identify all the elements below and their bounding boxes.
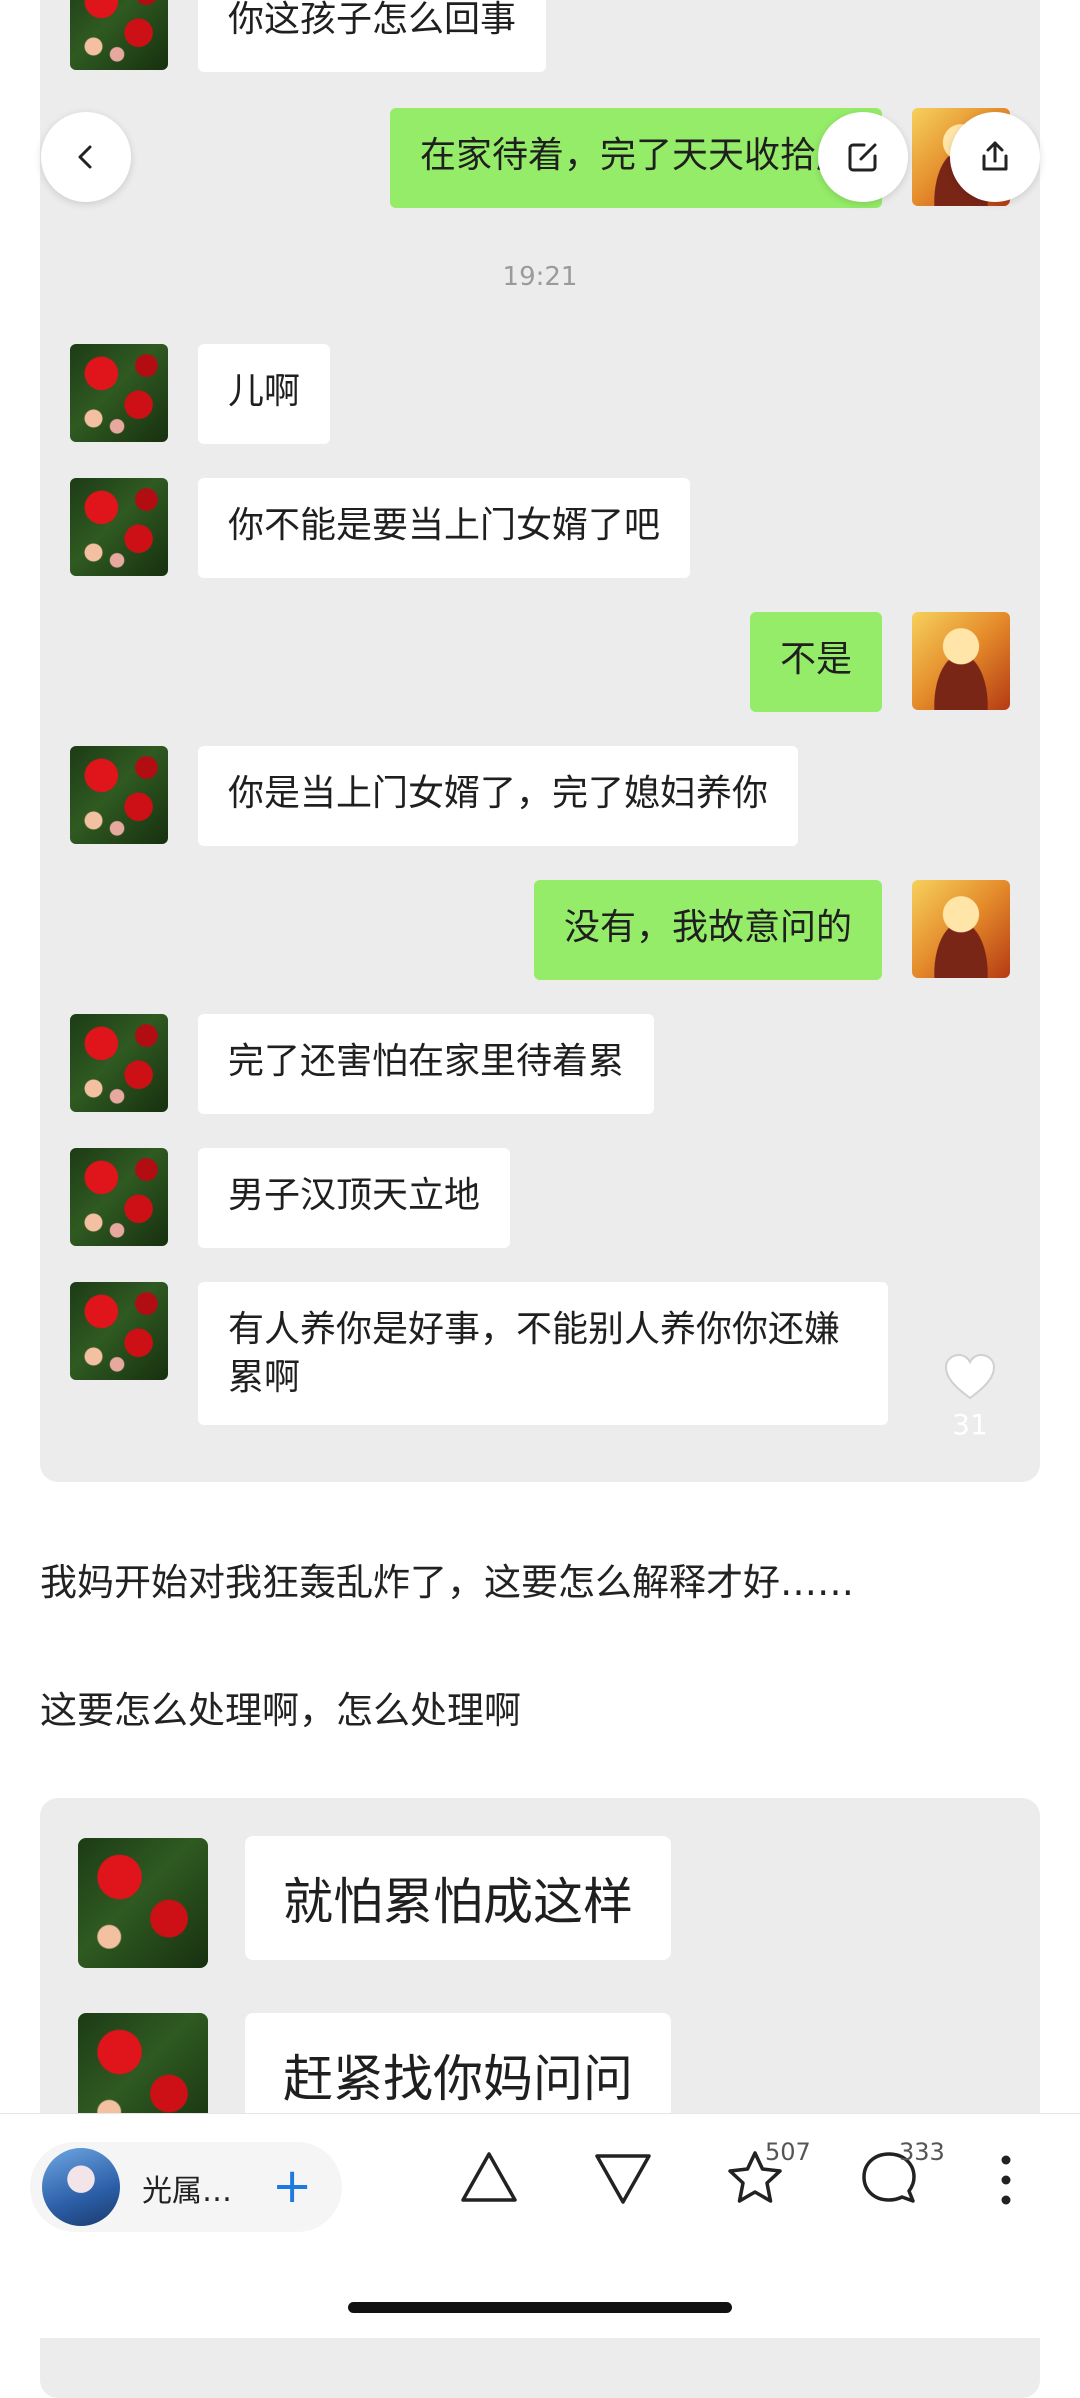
avatar-flower bbox=[70, 1148, 168, 1246]
chat-message: 儿啊 bbox=[40, 344, 1040, 454]
more-button[interactable] bbox=[996, 2152, 1016, 2212]
chat-message: 有人养你是好事，不能别人养你你还嫌累啊 bbox=[40, 1282, 1040, 1452]
message-bubble-left: 你不能是要当上门女婿了吧 bbox=[198, 478, 691, 578]
chat-message: 完了还害怕在家里待着累 bbox=[40, 1014, 1040, 1124]
message-bubble-left: 有人养你是好事，不能别人养你你还嫌累啊 bbox=[198, 1282, 888, 1426]
avatar-flower bbox=[70, 1014, 168, 1112]
downvote-button[interactable] bbox=[592, 2148, 654, 2212]
chat-message: 男子汉顶天立地 bbox=[40, 1148, 1040, 1258]
share-button[interactable] bbox=[950, 112, 1040, 202]
back-icon bbox=[78, 145, 92, 169]
follow-button[interactable]: + bbox=[272, 2156, 312, 2216]
home-indicator[interactable] bbox=[348, 2302, 732, 2313]
avatar-flower bbox=[70, 344, 168, 442]
author-chip[interactable]: 光属… + bbox=[30, 2142, 342, 2232]
favorite-count: 507 bbox=[765, 2138, 811, 2166]
avatar-flower bbox=[70, 746, 168, 844]
message-bubble-right: 不是 bbox=[749, 612, 882, 712]
like-count: 31 bbox=[952, 1408, 988, 1441]
avatar-flower bbox=[78, 1838, 208, 1968]
post-paragraph: 这要怎么处理啊，怎么处理啊 bbox=[40, 1689, 521, 1732]
message-bubble-left: 完了还害怕在家里待着累 bbox=[198, 1014, 655, 1114]
more-icon bbox=[1001, 2155, 1011, 2205]
upvote-icon bbox=[461, 2152, 517, 2202]
back-button[interactable] bbox=[41, 112, 131, 202]
chat-message: 你不能是要当上门女婿了吧 bbox=[40, 478, 1040, 588]
avatar-flower bbox=[70, 1282, 168, 1380]
chat-timestamp: 19:21 bbox=[502, 262, 578, 292]
comment-count: 333 bbox=[899, 2138, 945, 2166]
image-like-button[interactable]: 31 bbox=[940, 1352, 1000, 1441]
author-name[interactable]: 光属… bbox=[142, 2166, 232, 2210]
message-bubble-right: 没有，我故意问的 bbox=[533, 880, 882, 980]
upvote-button[interactable] bbox=[458, 2148, 520, 2212]
chat-screenshot-image[interactable]: 你这孩子怎么回事 在家待着，完了天天收拾房 19:21 儿啊 你不能是要当上门女… bbox=[40, 0, 1040, 1482]
message-bubble-right: 在家待着，完了天天收拾房 bbox=[389, 108, 882, 208]
share-icon bbox=[982, 141, 1008, 171]
edit-icon bbox=[848, 143, 877, 172]
chat-message: 你这孩子怎么回事 bbox=[40, 0, 1040, 82]
message-bubble-left: 就怕累怕成这样 bbox=[245, 1836, 671, 1960]
author-avatar[interactable] bbox=[42, 2148, 120, 2226]
chat-message: 没有，我故意问的 bbox=[40, 880, 1040, 990]
avatar-flower bbox=[70, 0, 168, 70]
post-paragraph: 我妈开始对我狂轰乱炸了，这要怎么解释才好…… bbox=[40, 1561, 854, 1604]
chat-message: 你是当上门女婿了，完了媳妇养你 bbox=[40, 746, 1040, 856]
avatar-flower bbox=[70, 478, 168, 576]
message-bubble-left: 儿啊 bbox=[198, 344, 331, 444]
edit-button[interactable] bbox=[818, 112, 908, 202]
message-bubble-left: 你是当上门女婿了，完了媳妇养你 bbox=[198, 746, 799, 846]
chat-message: 不是 bbox=[40, 612, 1040, 722]
downvote-icon bbox=[595, 2154, 651, 2204]
message-bubble-left: 男子汉顶天立地 bbox=[198, 1148, 511, 1248]
message-bubble-left: 你这孩子怎么回事 bbox=[198, 0, 547, 72]
avatar-anime bbox=[912, 880, 1010, 978]
avatar-anime bbox=[912, 612, 1010, 710]
heart-icon bbox=[944, 1353, 996, 1400]
